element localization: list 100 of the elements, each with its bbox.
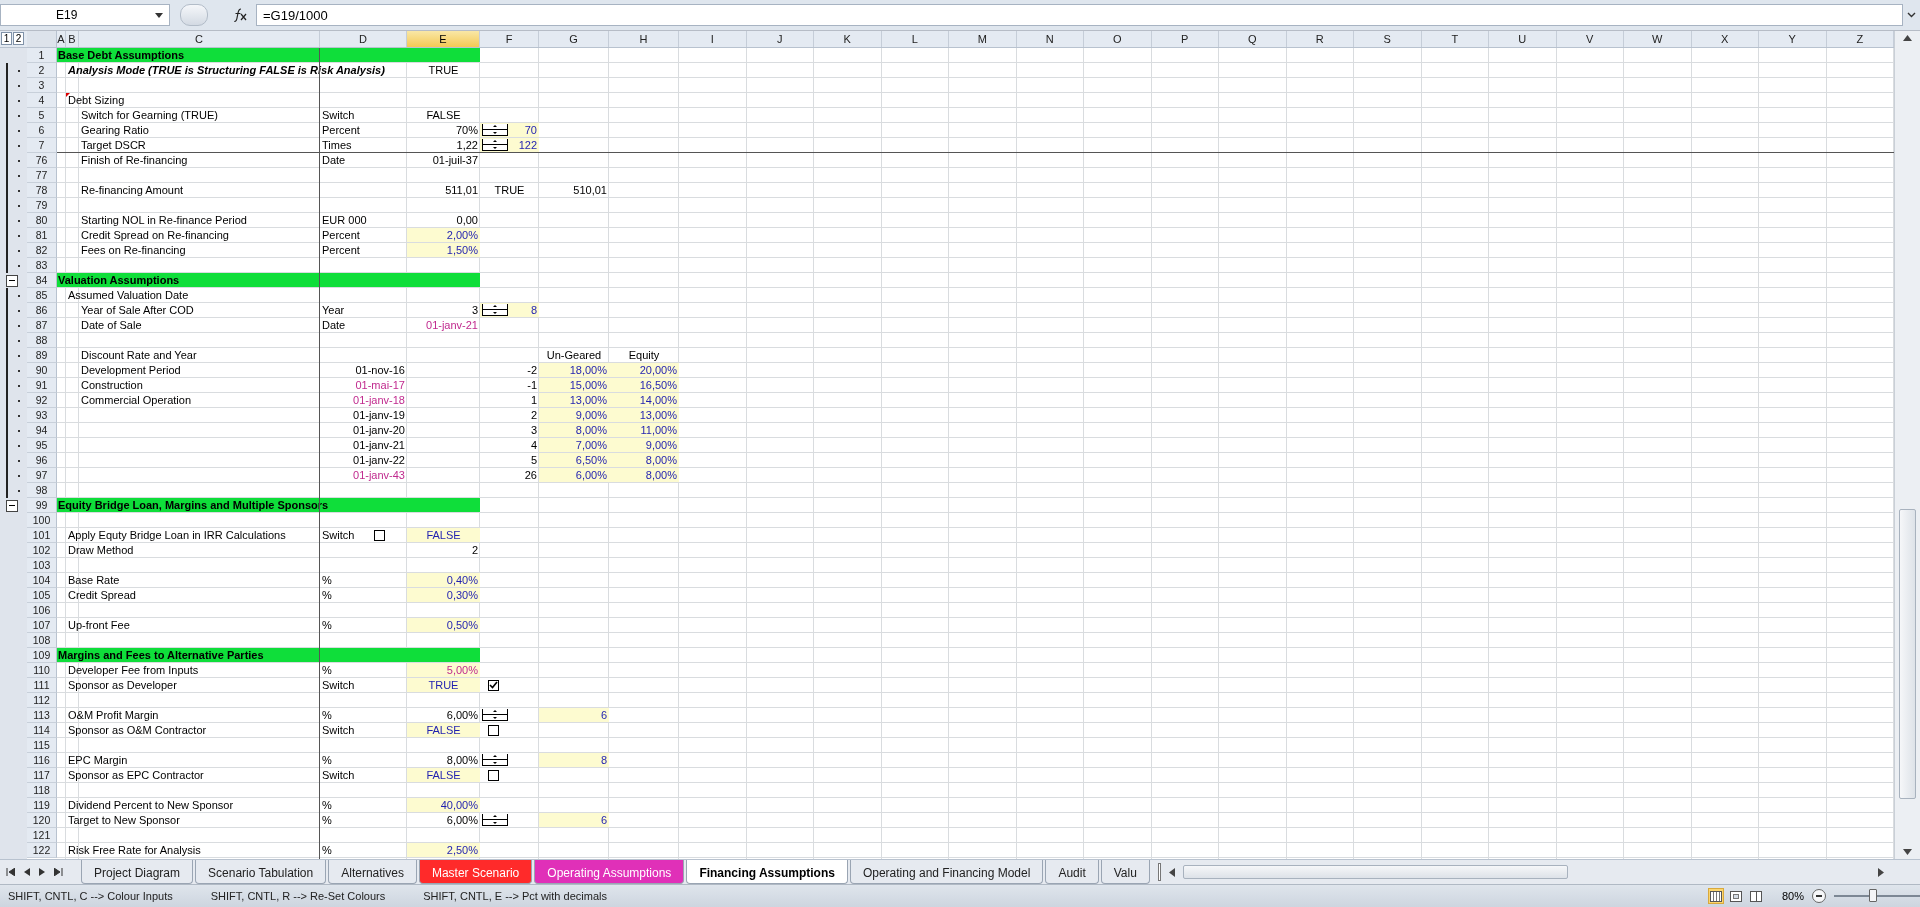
last-sheet-icon[interactable] [54, 868, 63, 876]
zoom-slider-thumb[interactable] [1868, 889, 1877, 902]
column-header[interactable]: U [1489, 31, 1557, 47]
column-header[interactable]: G [539, 31, 609, 47]
collapse-button[interactable] [5, 499, 18, 512]
row-header[interactable]: 83 [27, 258, 57, 273]
scroll-left-icon[interactable] [1169, 867, 1175, 877]
outline-level-button[interactable]: 1 [1, 32, 12, 45]
input-cell[interactable]: 0,40% [407, 573, 480, 587]
column-header[interactable]: I [679, 31, 747, 47]
input-cell[interactable]: 1,50% [407, 243, 480, 257]
expand-caret-icon[interactable] [1907, 12, 1916, 18]
normal-view-icon[interactable] [1707, 888, 1724, 904]
input-cell[interactable]: 6 [539, 813, 609, 827]
column-header[interactable]: R [1286, 31, 1354, 47]
input-cell[interactable]: TRUE [407, 678, 480, 692]
row-header[interactable]: 87 [27, 318, 57, 333]
column-header[interactable]: F [480, 31, 539, 47]
input-cell[interactable]: 70 [480, 123, 539, 137]
row-header[interactable]: 94 [27, 423, 57, 438]
column-header[interactable]: V [1556, 31, 1624, 47]
row-header[interactable]: 2 [27, 63, 57, 78]
scroll-right-icon[interactable] [1878, 867, 1884, 877]
sheet-tab[interactable]: Valu [1100, 860, 1150, 884]
row-header[interactable]: 117 [27, 768, 57, 783]
formula-input[interactable]: =G19/1000 [256, 4, 1903, 26]
spinner-control[interactable] [482, 139, 508, 151]
input-cell[interactable]: 13,00% [539, 393, 609, 407]
sheet-tab[interactable]: Audit [1045, 860, 1099, 884]
column-header[interactable]: P [1151, 31, 1219, 47]
row-header[interactable]: 116 [27, 753, 57, 768]
row-header[interactable]: 107 [27, 618, 57, 633]
spinner-control[interactable] [482, 709, 508, 721]
page-layout-icon[interactable] [1727, 888, 1744, 904]
input-cell[interactable]: 6 [539, 708, 609, 722]
row-header[interactable]: 102 [27, 543, 57, 558]
row-header[interactable]: 104 [27, 573, 57, 588]
row-header[interactable]: 76 [27, 153, 57, 168]
zoom-out-icon[interactable] [1812, 889, 1826, 903]
row-header[interactable]: 110 [27, 663, 57, 678]
input-cell[interactable]: 9,00% [539, 408, 609, 422]
row-header[interactable]: 91 [27, 378, 57, 393]
row-header[interactable]: 96 [27, 453, 57, 468]
scroll-up-icon[interactable] [1903, 35, 1912, 41]
row-header[interactable]: 108 [27, 633, 57, 648]
collapse-button[interactable] [5, 274, 18, 287]
row-header[interactable]: 5 [27, 108, 57, 123]
column-header[interactable]: Q [1219, 31, 1287, 47]
column-header[interactable]: J [746, 31, 814, 47]
spinner-control[interactable] [482, 754, 508, 766]
row-header[interactable]: 92 [27, 393, 57, 408]
input-cell[interactable]: 0,50% [407, 618, 480, 632]
function-icon[interactable] [232, 8, 248, 22]
column-header[interactable]: S [1354, 31, 1422, 47]
input-cell[interactable]: 20,00% [609, 363, 679, 377]
dropdown-caret-icon[interactable] [155, 12, 163, 18]
scroll-thumb[interactable] [1183, 865, 1568, 879]
sheet-tab[interactable]: Financing Assumptions [686, 860, 848, 884]
next-sheet-icon[interactable] [39, 868, 45, 876]
column-header[interactable]: H [609, 31, 679, 47]
row-header[interactable]: 95 [27, 438, 57, 453]
row-header[interactable]: 120 [27, 813, 57, 828]
input-cell[interactable]: 2,50% [407, 843, 480, 857]
row-header[interactable]: 78 [27, 183, 57, 198]
row-header[interactable]: 112 [27, 693, 57, 708]
row-header[interactable]: 98 [27, 483, 57, 498]
name-box[interactable]: E19 [0, 4, 170, 26]
input-cell[interactable]: 9,00% [609, 438, 679, 452]
spinner-control[interactable] [482, 124, 508, 136]
input-cell[interactable]: 11,00% [609, 423, 679, 437]
checkbox[interactable] [374, 529, 386, 541]
row-header[interactable]: 115 [27, 738, 57, 753]
input-cell[interactable]: 8,00% [539, 423, 609, 437]
row-header[interactable]: 89 [27, 348, 57, 363]
input-cell[interactable]: 18,00% [539, 363, 609, 377]
row-header[interactable]: 88 [27, 333, 57, 348]
input-cell[interactable]: 8 [480, 303, 539, 317]
row-header[interactable]: 101 [27, 528, 57, 543]
input-cell[interactable]: 0,30% [407, 588, 480, 602]
input-cell[interactable]: 2,00% [407, 228, 480, 242]
row-header[interactable]: 118 [27, 783, 57, 798]
column-header[interactable]: X [1691, 31, 1759, 47]
scroll-thumb[interactable] [1899, 509, 1916, 799]
input-cell[interactable]: 16,50% [609, 378, 679, 392]
row-header[interactable]: 106 [27, 603, 57, 618]
previous-sheet-icon[interactable] [24, 868, 30, 876]
row-header[interactable]: 77 [27, 168, 57, 183]
row-header[interactable]: 84 [27, 273, 57, 288]
column-header[interactable]: W [1624, 31, 1692, 47]
row-header[interactable]: 90 [27, 363, 57, 378]
scroll-down-icon[interactable] [1903, 849, 1912, 855]
input-cell[interactable]: 6,00% [539, 468, 609, 482]
input-cell[interactable]: FALSE [407, 768, 480, 782]
column-header[interactable]: T [1421, 31, 1489, 47]
spinner-control[interactable] [482, 304, 508, 316]
row-header[interactable]: 121 [27, 828, 57, 843]
row-header[interactable]: 4 [27, 93, 57, 108]
column-header[interactable]: K [814, 31, 882, 47]
row-header[interactable]: 82 [27, 243, 57, 258]
sheet-tab[interactable]: Operating and Financing Model [849, 860, 1044, 884]
